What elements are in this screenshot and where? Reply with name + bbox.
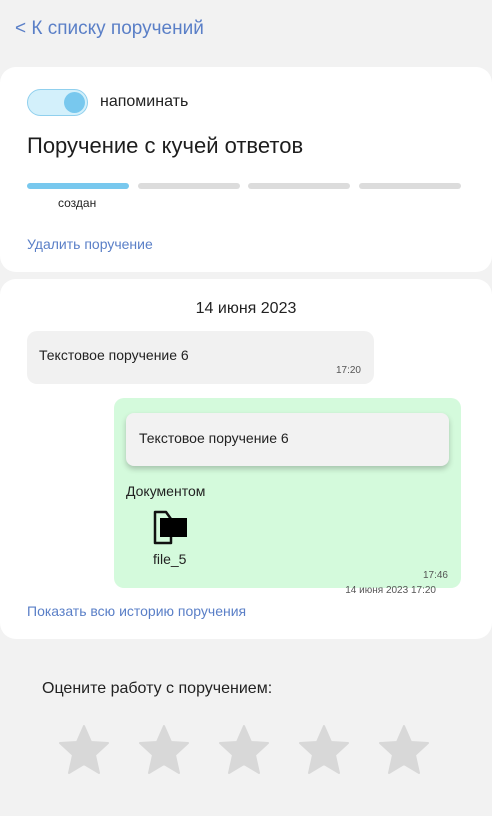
- star-icon[interactable]: [298, 724, 350, 776]
- progress-step-4: [359, 183, 461, 189]
- incoming-message: Текстовое поручение 6 17:20: [27, 331, 374, 384]
- delete-task-link[interactable]: Удалить поручение: [27, 236, 153, 252]
- outgoing-message: Текстовое поручение 6 14 июня 2023 17:20…: [114, 398, 461, 596]
- task-title: Поручение с кучей ответов: [27, 133, 304, 158]
- quote-time: 14 июня 2023 17:20: [345, 585, 436, 596]
- date-header: 14 июня 2023: [195, 300, 297, 317]
- rating-label: Оцените работу с поручением:: [42, 680, 273, 697]
- progress-step-3: [248, 183, 350, 189]
- message-time: 17:46: [422, 570, 448, 581]
- progress-step-1: [27, 183, 129, 189]
- star-icon[interactable]: [218, 724, 270, 776]
- rating-stars: [58, 724, 434, 776]
- remind-toggle[interactable]: [27, 89, 88, 116]
- show-history-link[interactable]: Показать всю историю поручения: [27, 603, 246, 619]
- back-to-list-link[interactable]: < К списку поручений: [15, 18, 204, 40]
- attachment-type-label: Документом: [126, 483, 206, 499]
- quote-text: Текстовое поручение 6: [139, 430, 289, 446]
- remind-label: напоминать: [100, 93, 189, 110]
- toggle-knob: [64, 92, 85, 113]
- progress-step-2: [138, 183, 240, 189]
- star-icon[interactable]: [378, 724, 430, 776]
- quoted-message[interactable]: Текстовое поручение 6 14 июня 2023 17:20: [126, 413, 449, 596]
- attachment-file-name[interactable]: file_5: [153, 551, 186, 567]
- star-icon[interactable]: [58, 724, 110, 776]
- document-icon[interactable]: [152, 510, 192, 546]
- message-text: Текстовое поручение 6: [39, 347, 189, 363]
- message-time: 17:20: [335, 365, 361, 376]
- star-icon[interactable]: [138, 724, 190, 776]
- status-label: создан: [58, 196, 97, 210]
